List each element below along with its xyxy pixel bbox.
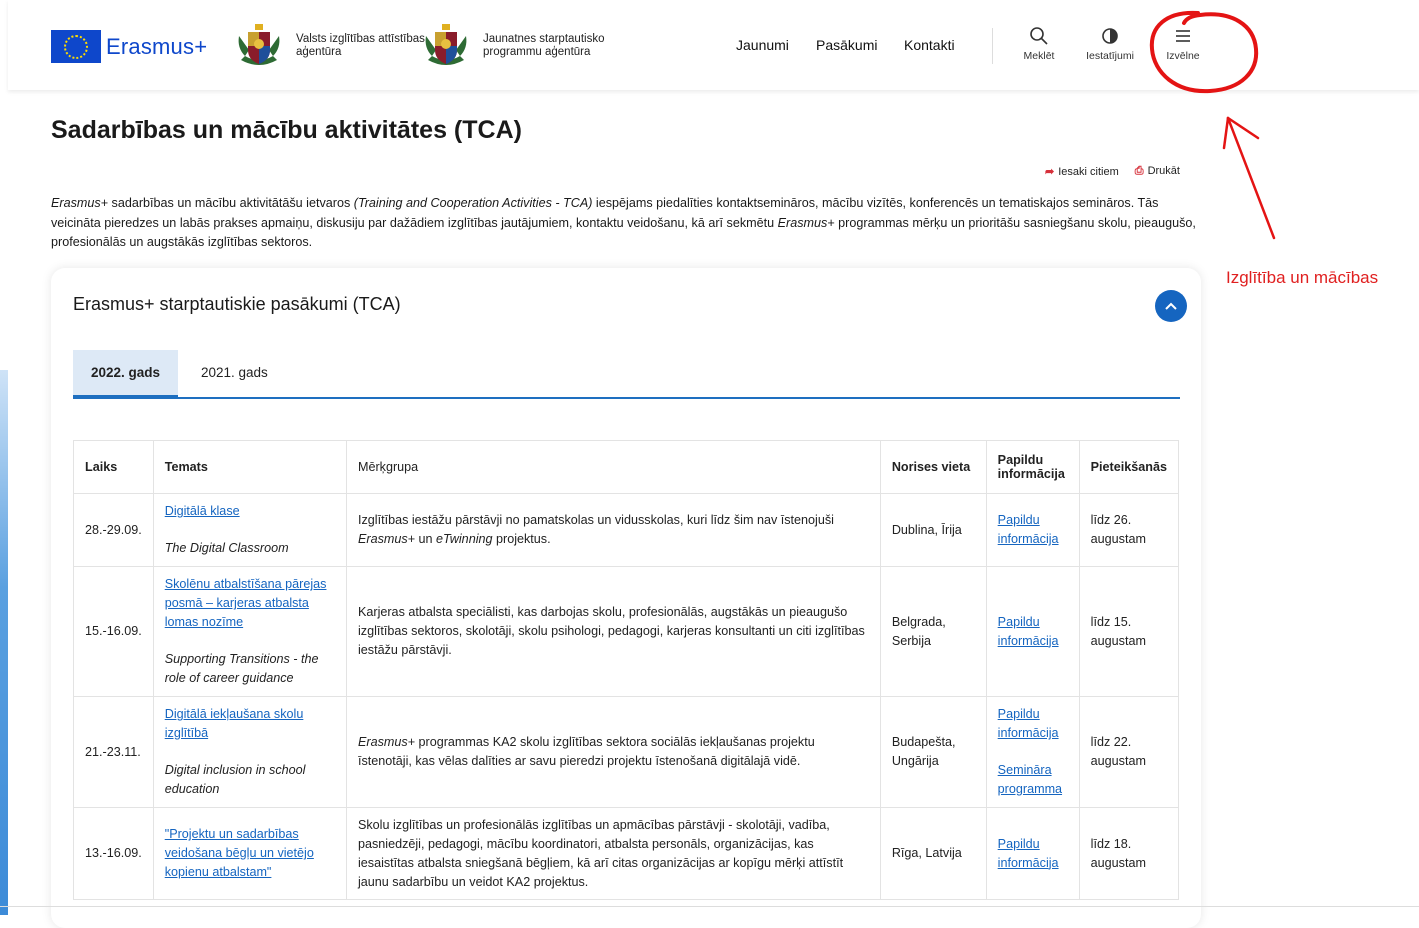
nav-kontakti[interactable]: Kontakti (904, 37, 955, 53)
annotation-circle (1149, 10, 1259, 94)
nav-pasakumi[interactable]: Pasākumi (816, 37, 877, 53)
event-target-cell: Erasmus+ programmas KA2 skolu izglītības… (345, 696, 881, 808)
share-label: Iesaki citiem (1058, 166, 1119, 178)
event-target: Skolu izglītības un profesionālās izglīt… (345, 807, 881, 900)
info-link[interactable]: Papildu informācija (998, 707, 1059, 740)
event-topic-cell: Digitālā iekļaušana skolu izglītībā Digi… (152, 696, 347, 808)
left-edge-strip (0, 370, 8, 915)
table-row: 13.-16.09. "Projektu un sadarbības veido… (73, 807, 1180, 900)
table-row: 21.-23.11. Digitālā iekļaušana skolu izg… (73, 696, 1180, 808)
event-deadline: līdz 18. augustam (1078, 807, 1180, 900)
event-target-text: programmas KA2 skolu izglītības sektora … (357, 735, 815, 768)
column-header: Norises vieta (879, 440, 987, 494)
viewport-bottom-border (0, 906, 1419, 907)
event-topic-link[interactable]: Digitālā iekļaušana skolu izglītībā (165, 707, 304, 740)
search-label: Meklēt (1023, 50, 1055, 62)
events-card: Erasmus+ starptautiskie pasākumi (TCA) 2… (51, 268, 1201, 928)
event-topic-cell: "Projektu un sadarbības veidošana bēgļu … (152, 807, 347, 900)
page-title: Sadarbības un mācību aktivitātes (TCA) (51, 116, 522, 144)
table-row: 15.-16.09. Skolēnu atbalstīšana pārejas … (73, 566, 1180, 697)
column-header: Mērķgrupa (345, 440, 881, 494)
nav-divider (992, 28, 993, 64)
intro-em: Erasmus+ (51, 196, 109, 210)
eu-flag-icon (51, 30, 101, 63)
erasmus-logo[interactable]: Erasmus+ (51, 30, 207, 63)
event-deadline: līdz 26. augustam (1078, 493, 1180, 567)
column-header: Pieteikšanās (1078, 440, 1180, 494)
annotation-arrow (1222, 116, 1276, 240)
table-header-row: Laiks Temats Mērķgrupa Norises vieta Pap… (73, 440, 1180, 494)
table-row: 28.-29.09. Digitālā klase The Digital Cl… (73, 493, 1180, 567)
event-target: Karjeras atbalsta speciālisti, kas darbo… (345, 566, 881, 697)
event-deadline: līdz 22. augustam (1078, 696, 1180, 808)
event-topic-link[interactable]: Digitālā klase (165, 504, 240, 518)
event-time: 15.-16.09. (73, 566, 154, 697)
share-bar: ➦ Iesaki citiem ⎙ Drukāt (1045, 165, 1180, 178)
card-title: Erasmus+ starptautiskie pasākumi (TCA) (73, 294, 401, 314)
settings-label: Iestatījumi (1086, 50, 1134, 62)
erasmus-brand-text: Erasmus+ (106, 33, 208, 59)
tab-2022[interactable]: 2022. gads (73, 350, 179, 398)
event-info-cell: Papildu informācija Semināra programma (985, 696, 1080, 808)
search-icon (1030, 27, 1048, 45)
chevron-up-icon (1165, 302, 1177, 310)
event-info-cell: Papildu informācija (985, 566, 1080, 697)
event-target-em: Erasmus+ (357, 532, 416, 546)
agency-name-viaa: Valsts izglītības attīstības aģentūra (296, 33, 425, 58)
agency-logo-viaa[interactable]: Valsts izglītības attīstības aģentūra (235, 22, 426, 70)
print-icon: ⎙ (1134, 165, 1144, 177)
events-table: Laiks Temats Mērķgrupa Norises vieta Pap… (73, 440, 1180, 900)
info-link[interactable]: Papildu informācija (998, 513, 1059, 546)
search-button[interactable]: Meklēt (1020, 26, 1058, 62)
nav-jaunumi[interactable]: Jaunumi (736, 37, 789, 53)
event-topic-cell: Digitālā klase The Digital Classroom (152, 493, 347, 567)
event-topic-link[interactable]: "Projektu un sadarbības veidošana bēgļu … (165, 827, 314, 879)
event-target-text: un (415, 532, 437, 546)
event-target-text: Izglītības iestāžu pārstāvji no pamatsko… (357, 513, 834, 527)
seminar-program-link[interactable]: Semināra programma (998, 763, 1062, 796)
tab-2021[interactable]: 2021. gads (183, 350, 286, 395)
info-link[interactable]: Papildu informācija (998, 615, 1059, 648)
intro-text: sadarbības un mācību aktivitātāšu ietvar… (108, 196, 354, 210)
event-target-em: Erasmus+ (357, 735, 416, 749)
event-place: Dublina, Īrija (879, 493, 987, 567)
agency-name-jspa: Jaunatnes starptautisko programmu aģentū… (483, 33, 605, 58)
year-tabs: 2022. gads 2021. gads (73, 350, 1180, 399)
event-time: 28.-29.09. (73, 493, 154, 567)
event-target-cell: Izglītības iestāžu pārstāvji no pamatsko… (345, 493, 881, 567)
event-topic-en: Digital inclusion in school education (164, 763, 306, 796)
intro-em: Erasmus+ (777, 215, 835, 230)
column-header: Laiks (73, 440, 154, 494)
event-time: 21.-23.11. (73, 696, 154, 808)
event-topic-link[interactable]: Skolēnu atbalstīšana pārejas posmā – kar… (165, 577, 327, 629)
intro-paragraph: Erasmus+ sadarbības un mācību aktivitātā… (51, 194, 1201, 253)
event-topic-en: Supporting Transitions - the role of car… (164, 652, 319, 685)
share-link[interactable]: ➦ Iesaki citiem (1045, 165, 1119, 178)
coat-of-arms-icon (422, 22, 470, 70)
info-link[interactable]: Papildu informācija (998, 837, 1059, 870)
event-info-cell: Papildu informācija (985, 493, 1080, 567)
column-header: Temats (152, 440, 347, 494)
contrast-icon (1102, 28, 1118, 44)
agency-logo-jspa[interactable]: Jaunatnes starptautisko programmu aģentū… (422, 22, 623, 70)
event-target-em: eTwinning (436, 532, 493, 546)
event-topic-en: The Digital Classroom (164, 541, 289, 555)
column-header: Papildu informācija (985, 440, 1080, 494)
event-deadline: līdz 15. augustam (1078, 566, 1180, 697)
event-place: Rīga, Latvija (879, 807, 987, 900)
print-label: Drukāt (1147, 165, 1180, 177)
coat-of-arms-icon (235, 22, 283, 70)
share-icon: ➦ (1045, 166, 1055, 178)
event-topic-cell: Skolēnu atbalstīšana pārejas posmā – kar… (152, 566, 347, 697)
event-time: 13.-16.09. (73, 807, 154, 900)
event-info-cell: Papildu informācija (985, 807, 1080, 900)
event-place: Budapešta, Ungārija (879, 696, 987, 808)
print-link[interactable]: ⎙ Drukāt (1135, 165, 1180, 178)
annotation-note: Izglītība un mācības (1226, 268, 1379, 287)
intro-em: (Training and Cooperation Activities - T… (353, 196, 593, 210)
collapse-button[interactable] (1155, 290, 1187, 322)
event-place: Belgrada, Serbija (879, 566, 987, 697)
event-target-text: projektus. (492, 532, 551, 546)
settings-button[interactable]: Iestatījumi (1082, 26, 1138, 62)
